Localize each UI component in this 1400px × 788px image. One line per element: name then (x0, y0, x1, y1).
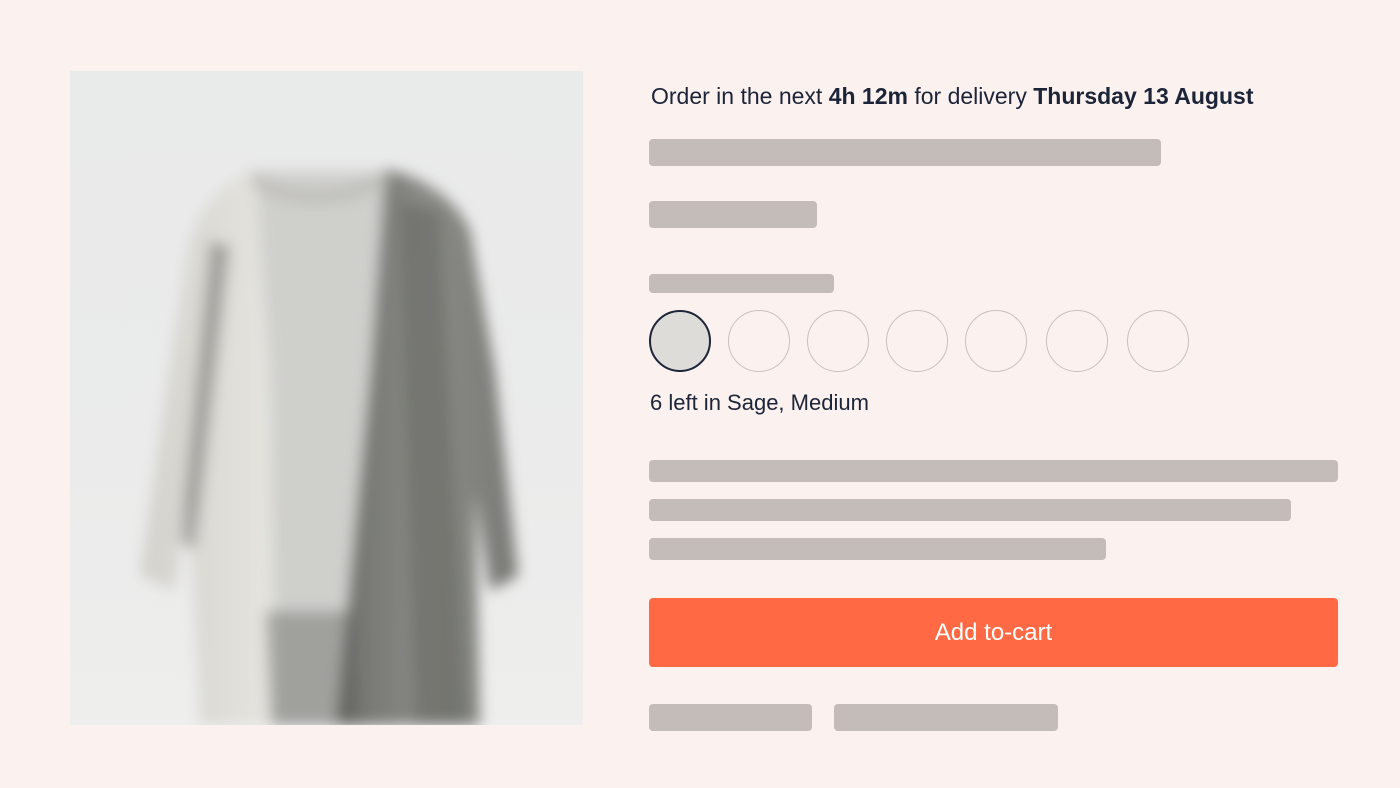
product-image[interactable] (70, 71, 583, 725)
cardigan-illustration (140, 169, 518, 725)
color-swatch[interactable] (965, 310, 1027, 372)
delivery-time-left: 4h 12m (828, 83, 908, 109)
description-line-placeholder (649, 499, 1291, 521)
color-swatch[interactable] (1046, 310, 1108, 372)
product-title-placeholder (649, 139, 1161, 166)
delivery-message: Order in the next 4h 12m for delivery Th… (651, 82, 1253, 110)
color-swatch[interactable] (807, 310, 869, 372)
delivery-date: Thursday 13 August (1033, 83, 1254, 109)
delivery-prefix: Order in the next (651, 83, 829, 109)
delivery-middle: for delivery (907, 83, 1034, 109)
color-swatch[interactable] (886, 310, 948, 372)
secondary-link-placeholder[interactable] (834, 704, 1058, 731)
secondary-link-placeholder[interactable] (649, 704, 812, 731)
color-label-placeholder (649, 274, 834, 293)
color-swatch[interactable] (1127, 310, 1189, 372)
description-line-placeholder (649, 460, 1338, 482)
color-swatch-selected[interactable] (649, 310, 711, 372)
description-line-placeholder (649, 538, 1106, 560)
color-swatch[interactable] (728, 310, 790, 372)
add-to-cart-button[interactable]: Add to-cart (649, 598, 1338, 667)
price-placeholder (649, 201, 817, 228)
stock-status: 6 left in Sage, Medium (650, 390, 869, 415)
